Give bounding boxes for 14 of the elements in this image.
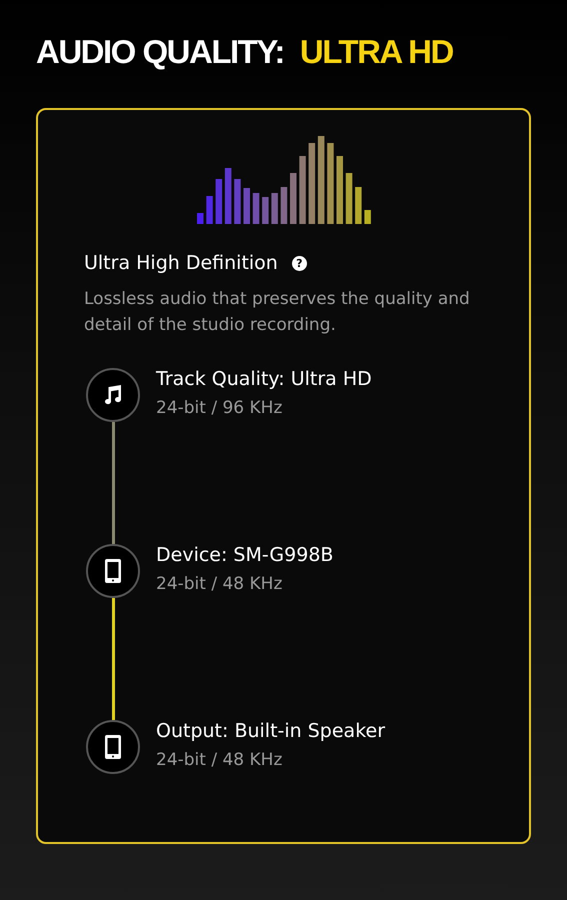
title-label: AUDIO QUALITY: <box>36 32 284 72</box>
step-label: Device: SM-G998B <box>156 544 334 566</box>
phone-icon <box>86 720 140 774</box>
step-label: Output: Built-in Speaker <box>156 720 386 742</box>
music-note-icon <box>86 368 140 422</box>
phone-icon <box>86 544 140 598</box>
card-heading: Ultra High Definition <box>84 252 278 274</box>
help-icon[interactable]: ? <box>292 256 307 270</box>
step-label: Track Quality: Ultra HD <box>156 368 372 390</box>
step-detail: 24-bit / 96 KHz <box>156 398 284 418</box>
card-description: Lossless audio that preserves the quality and detail of the studio recording. <box>84 288 471 337</box>
quality-value: ULTRA HD <box>300 32 453 72</box>
step-detail: 24-bit / 48 KHz <box>156 750 284 770</box>
step-detail: 24-bit / 48 KHz <box>156 574 284 594</box>
